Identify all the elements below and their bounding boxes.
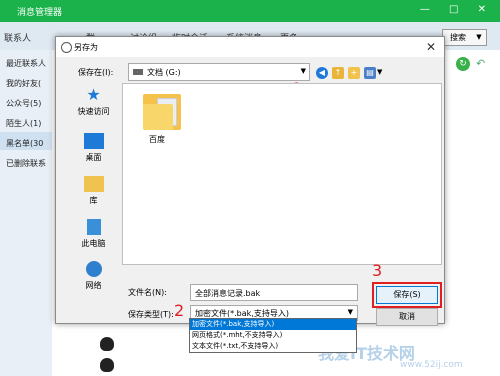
main-window-title: 消息管理器: [17, 8, 63, 18]
qq-avatar-icon: [100, 337, 114, 351]
place-label: 桌面: [85, 153, 102, 162]
filetype-options-list: 加密文件(*.bak,支持导入) 网页格式(*.mht,不支持导入) 文本文件(…: [189, 318, 357, 353]
place-quick-access[interactable]: ★ 快速访问: [66, 87, 121, 117]
back-icon[interactable]: ↶: [476, 57, 490, 71]
place-this-pc[interactable]: 此电脑: [66, 219, 121, 249]
dialog-app-icon: [61, 42, 72, 53]
chevron-down-icon[interactable]: ▼: [377, 68, 382, 76]
filename-value: 全部消息记录.bak: [195, 289, 261, 298]
place-label: 网络: [85, 281, 102, 290]
view-menu-icon[interactable]: ▤: [364, 67, 376, 79]
sidebar: 最近联系人 我的好友( 公众号(5) 陌生人(1) 黑名单(30 已删除联系: [0, 50, 52, 376]
sidebar-item[interactable]: 我的好友(: [6, 78, 41, 89]
filetype-label: 保存类型(T):: [128, 310, 174, 319]
file-list: 百度: [122, 83, 442, 265]
qq-avatar-icon: [100, 358, 114, 372]
sidebar-item[interactable]: 最近联系人: [6, 58, 46, 69]
sidebar-item-blacklist[interactable]: 黑名单(30: [6, 138, 43, 149]
place-label: 库: [89, 196, 98, 205]
annotation-number: 2: [174, 301, 185, 320]
folder-icon[interactable]: [143, 94, 181, 130]
star-icon: ★: [86, 85, 101, 104]
close-icon[interactable]: ✕: [426, 40, 436, 54]
window-controls[interactable]: — □ ✕: [420, 4, 494, 15]
search-dropdown-icon[interactable]: ▼: [472, 29, 487, 46]
dialog-body: 保存在(I): 文档 (G:) ▼ 1 ◀ ↑ + ▤ ▼ ★ 快速访问 桌面 …: [56, 57, 444, 326]
sidebar-item[interactable]: 陌生人(1): [6, 118, 41, 129]
desktop-icon: [83, 133, 104, 149]
network-icon: [85, 261, 102, 277]
filename-input[interactable]: 全部消息记录.bak: [190, 284, 358, 301]
filetype-option[interactable]: 网页格式(*.mht,不支持导入): [190, 330, 356, 341]
filetype-option[interactable]: 加密文件(*.bak,支持导入): [190, 319, 356, 330]
library-icon: [83, 176, 104, 192]
place-library[interactable]: 库: [66, 176, 121, 206]
new-folder-icon[interactable]: +: [348, 67, 360, 79]
main-titlebar: 消息管理器 — □ ✕: [0, 0, 500, 22]
folder-front: [143, 104, 173, 130]
sidebar-item[interactable]: 已删除联系: [6, 158, 46, 169]
tab-contacts[interactable]: 联系人: [4, 31, 31, 44]
up-folder-icon[interactable]: ↑: [332, 67, 344, 79]
drive-icon: [133, 69, 143, 75]
search-button[interactable]: 搜索: [442, 29, 474, 46]
save-as-dialog: 另存为 ✕ 保存在(I): 文档 (G:) ▼ 1 ◀ ↑ + ▤ ▼ ★ 快速…: [55, 36, 445, 326]
save-in-dropdown[interactable]: 文档 (G:) ▼: [128, 63, 310, 81]
refresh-icon[interactable]: ↻: [456, 57, 470, 71]
folder-name[interactable]: 百度: [149, 134, 165, 145]
annotation-number: 3: [372, 261, 383, 280]
cancel-button[interactable]: 取消: [376, 308, 438, 326]
place-label: 快速访问: [77, 107, 110, 116]
dialog-title: 另存为: [74, 43, 98, 52]
chevron-down-icon: ▼: [300, 67, 306, 75]
save-in-label: 保存在(I):: [78, 68, 114, 77]
chevron-down-icon: ▼: [347, 308, 353, 316]
dialog-titlebar: 另存为 ✕: [56, 37, 444, 57]
save-button[interactable]: 保存(S): [376, 286, 438, 304]
filetype-option[interactable]: 文本文件(*.txt,不支持导入): [190, 341, 356, 352]
place-label: 此电脑: [81, 239, 106, 248]
save-in-value: 文档 (G:): [147, 68, 181, 77]
computer-icon: [86, 219, 101, 235]
place-network[interactable]: 网络: [66, 261, 121, 291]
sidebar-item[interactable]: 公众号(5): [6, 98, 41, 109]
places-bar: ★ 快速访问 桌面 库 此电脑 网络: [66, 83, 121, 298]
place-desktop[interactable]: 桌面: [66, 133, 121, 163]
back-icon[interactable]: ◀: [316, 67, 328, 79]
filename-label: 文件名(N):: [128, 288, 167, 297]
watermark-url: www.52ij.com: [400, 360, 463, 370]
